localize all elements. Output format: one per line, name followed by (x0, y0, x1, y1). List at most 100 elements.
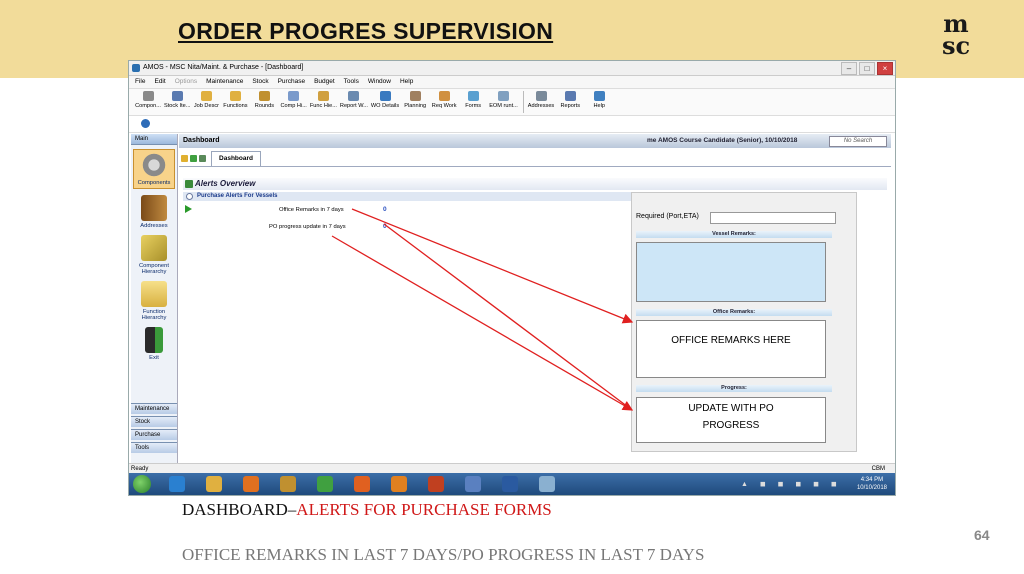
toolbar-button-label: Forms (465, 103, 482, 109)
main-toolbar: Compon... Stock Ite... Job Descr Functions R… (129, 89, 895, 116)
media-player-icon[interactable] (243, 476, 259, 492)
toolbar-button-7[interactable]: Report W... (340, 89, 368, 109)
toolbar-button-13[interactable]: Addresses (528, 89, 554, 109)
toolbar-button-label: Stock Ite... (164, 103, 191, 109)
toolbar-button-label: Reports (560, 103, 581, 109)
toolbar-button-9[interactable]: Planning (402, 89, 428, 109)
gear-icon (141, 152, 167, 178)
clock[interactable]: 4:34 PM 10/10/2018 (857, 476, 887, 492)
outlook-icon[interactable] (391, 476, 407, 492)
office-remarks-field[interactable]: OFFICE REMARKS HERE (636, 320, 826, 378)
purchase-alerts-header[interactable]: Purchase Alerts For Vessels (183, 192, 631, 201)
dashboard-area: Dashboard me AMOS Course Candidate (Seni… (179, 134, 891, 480)
toolbar-button-1[interactable]: Stock Ite... (164, 89, 190, 109)
clock-time: 4:34 PM (860, 477, 884, 483)
alert-office-remarks[interactable]: Office Remarks in 7 days (279, 207, 344, 213)
status-text: Ready (131, 466, 149, 472)
toolbar-button-10[interactable]: Req Work (431, 89, 457, 109)
office-remarks-header: Office Remarks: (636, 309, 832, 316)
sidebar-header[interactable]: Main (131, 134, 177, 145)
network-icon[interactable] (465, 476, 481, 492)
globe-icon[interactable] (141, 119, 150, 128)
chrome-icon[interactable] (317, 476, 333, 492)
menu-purchase[interactable]: Purchase (278, 76, 305, 88)
system-tray-icons[interactable]: ▲ ◼ ◼ ◼ ◼ ◼ (741, 480, 842, 488)
close-button[interactable]: × (877, 62, 893, 75)
toolbar-separator (522, 91, 524, 113)
back-icon[interactable] (190, 155, 197, 162)
sidebar-section-purchase[interactable]: Purchase (131, 429, 177, 440)
firefox-icon[interactable] (354, 476, 370, 492)
sidebar-item-components[interactable]: Components (133, 149, 175, 189)
current-user-label: me AMOS Course Candidate (Senior), 10/10… (647, 137, 798, 144)
menu-file[interactable]: File (135, 76, 145, 88)
menu-budget[interactable]: Budget (314, 76, 335, 88)
sidebar-item-component-hierarchy[interactable]: Component Hierarchy (131, 235, 177, 275)
sidebar-section-maintenance[interactable]: Maintenance (131, 403, 177, 414)
required-port-eta-input[interactable] (710, 212, 836, 224)
toolbar-button-12[interactable]: EOM runt... (489, 89, 518, 109)
menu-edit[interactable]: Edit (154, 76, 165, 88)
windows-taskbar: ▲ ◼ ◼ ◼ ◼ ◼ 4:34 PM 10/10/2018 (129, 473, 895, 495)
file-explorer-icon[interactable] (206, 476, 222, 492)
word-icon[interactable] (502, 476, 518, 492)
vessel-remarks-field[interactable] (636, 242, 826, 302)
navigation-sidebar: Main Components Addresses Component Hier… (131, 134, 178, 480)
toolbar-button-8[interactable]: WO Details (371, 89, 399, 109)
menu-help[interactable]: Help (400, 76, 413, 88)
sidebar-section-tools[interactable]: Tools (131, 442, 177, 453)
toolbar-button-5[interactable]: Comp Hi... (280, 89, 307, 109)
toolbar-button-4[interactable]: Rounds (251, 89, 277, 109)
sidebar-item-function-hierarchy[interactable]: Function Hierarchy (131, 281, 177, 321)
search-input[interactable]: No Search (829, 136, 887, 147)
star-icon[interactable] (181, 155, 188, 162)
tab-dashboard[interactable]: Dashboard (211, 151, 261, 166)
toolbar-button-2[interactable]: Job Descr (193, 89, 219, 109)
msc-logo: m sc (930, 12, 982, 62)
menu-stock[interactable]: Stock (252, 76, 268, 88)
start-button[interactable] (133, 475, 151, 493)
toolbar-button-0[interactable]: Compon... (135, 89, 161, 109)
menu-maintenance[interactable]: Maintenance (206, 76, 243, 88)
report-icon (348, 91, 360, 101)
internet-explorer-icon[interactable] (169, 476, 185, 492)
sidebar-item-addresses[interactable]: Addresses (131, 195, 177, 229)
alert-po-progress-count[interactable]: 0 (383, 223, 387, 230)
menu-tools[interactable]: Tools (344, 76, 359, 88)
hierarchy-icon (317, 91, 329, 101)
geometry-icon[interactable] (280, 476, 296, 492)
menu-options[interactable]: Options (175, 76, 197, 88)
alert-office-remarks-count[interactable]: 0 (383, 206, 387, 213)
forms-icon (467, 91, 479, 101)
addresses-icon (535, 91, 547, 101)
refresh-icon[interactable] (199, 155, 206, 162)
toolbar-button-15[interactable]: Help (586, 89, 612, 109)
amos-app-icon (132, 64, 140, 72)
toolbar-button-6[interactable]: Func Hie... (310, 89, 337, 109)
toolbar-button-11[interactable]: Forms (460, 89, 486, 109)
collapse-icon[interactable] (186, 193, 193, 200)
ship-app-icon[interactable] (539, 476, 555, 492)
toolbar-button-label: Job Descr (193, 103, 220, 109)
powerpoint-icon[interactable] (428, 476, 444, 492)
caption-dashboard-alerts: DASHBOARD–ALERTS FOR PURCHASE FORMS (182, 500, 552, 520)
clock-date: 10/10/2018 (856, 485, 887, 491)
toolbar-button-label: Func Hie... (309, 103, 337, 109)
toolbar-button-3[interactable]: Functions (222, 89, 248, 109)
window-title: AMOS - MSC Nita/Maint. & Purchase - [Das… (143, 64, 304, 71)
menu-window[interactable]: Window (368, 76, 391, 88)
sidebar-item-exit[interactable]: Exit (131, 327, 177, 361)
window-titlebar[interactable]: AMOS - MSC Nita/Maint. & Purchase - [Das… (129, 61, 895, 76)
req-work-icon (438, 91, 450, 101)
progress-header: Progress: (636, 385, 832, 392)
logo-line-2: sc (941, 31, 971, 60)
alert-po-progress[interactable]: PO progress update in 7 days (269, 224, 346, 230)
toolbar-button-14[interactable]: Reports (557, 89, 583, 109)
toolbar-button-label: Comp Hi... (280, 103, 307, 109)
progress-field[interactable]: UPDATE WITH PO PROGRESS (636, 397, 826, 443)
reports-icon (564, 91, 576, 101)
minimize-button[interactable]: – (841, 62, 857, 75)
sidebar-section-stock[interactable]: Stock (131, 416, 177, 427)
maximize-button[interactable]: □ (859, 62, 875, 75)
play-arrow-icon (185, 205, 192, 213)
